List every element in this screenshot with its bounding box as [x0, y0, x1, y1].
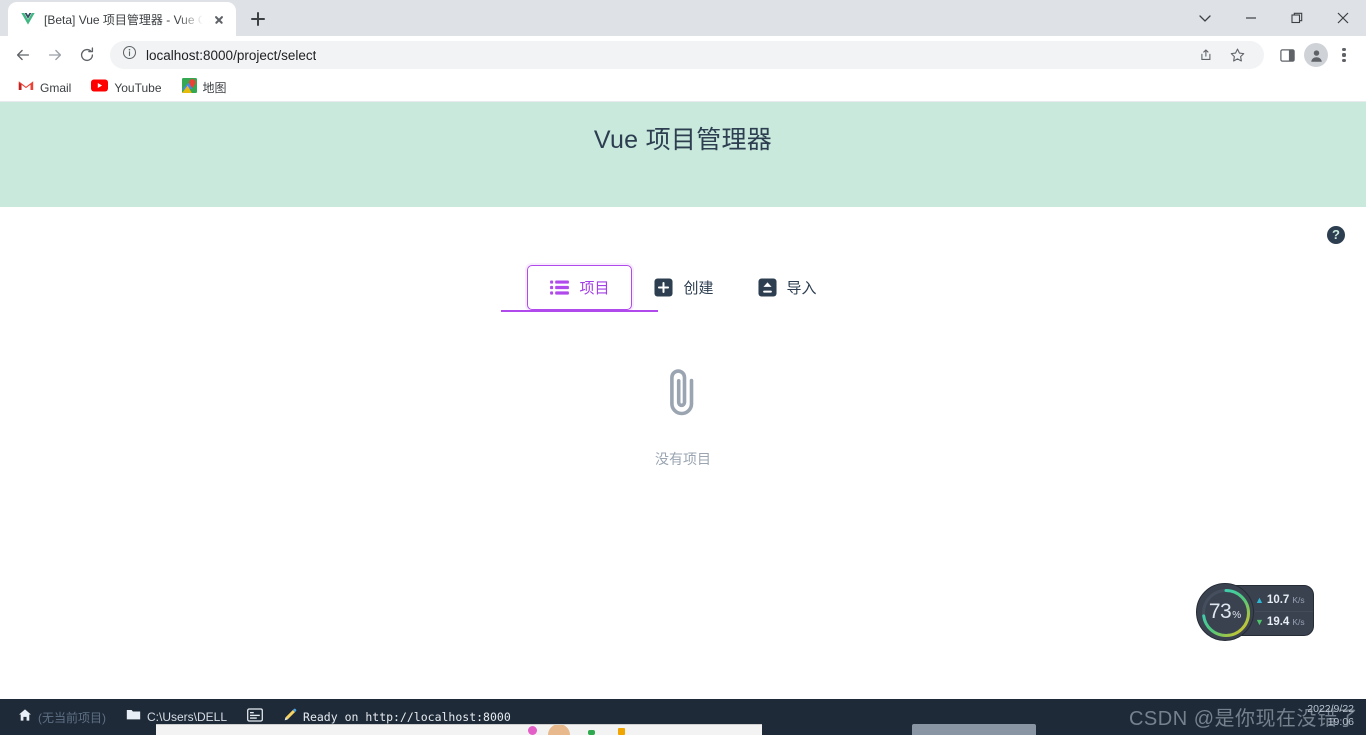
browser-toolbar: localhost:8000/project/select [0, 36, 1366, 74]
empty-state: 没有项目 [0, 364, 1366, 469]
gmail-icon [18, 79, 34, 97]
tab-create[interactable]: 创建 [632, 265, 735, 310]
bookmark-maps[interactable]: 地图 [174, 75, 235, 101]
browser-tab[interactable]: [Beta] Vue 项目管理器 - Vue CL [8, 2, 236, 36]
download-speed-unit: K/s [1292, 616, 1305, 627]
paperclip-icon [661, 364, 705, 427]
forward-arrow-icon[interactable] [40, 40, 70, 70]
info-circle-icon[interactable] [122, 45, 137, 65]
back-arrow-icon[interactable] [8, 40, 38, 70]
bookmark-youtube[interactable]: YouTube [83, 76, 169, 100]
cpu-usage-value: 73 % [1209, 600, 1241, 624]
tab-label: 创建 [683, 280, 714, 297]
maximize-icon[interactable] [1274, 0, 1320, 36]
browser-window: [Beta] Vue 项目管理器 - Vue CL localhost:8000… [0, 0, 1366, 736]
tab-label: 导入 [786, 280, 817, 297]
bookmark-gmail[interactable]: Gmail [10, 76, 79, 100]
side-panel-icon[interactable] [1272, 40, 1302, 70]
status-path-value: C:\Users\DELL [147, 710, 228, 724]
star-icon[interactable] [1222, 40, 1252, 70]
address-bar[interactable]: localhost:8000/project/select [110, 41, 1264, 69]
home-icon [18, 708, 32, 727]
import-icon [757, 278, 777, 297]
new-tab-button[interactable] [244, 5, 272, 33]
upload-speed-value: 10.7 [1266, 593, 1290, 606]
youtube-icon [91, 79, 109, 97]
arrow-down-icon: ▼ [1255, 616, 1264, 627]
list-icon [550, 279, 570, 296]
folder-icon [126, 708, 141, 726]
window-controls [1182, 0, 1366, 36]
minimize-icon[interactable] [1228, 0, 1274, 36]
csdn-watermark: CSDN @是你现在没错了 [1128, 708, 1358, 730]
vue-logo-icon [20, 11, 36, 27]
arrow-up-icon: ▲ [1255, 594, 1264, 605]
kebab-menu-icon[interactable] [1330, 41, 1358, 69]
status-project-label: (无当前项目) [38, 710, 106, 725]
status-home-item[interactable]: (无当前项目) [8, 704, 116, 730]
address-bar-url[interactable]: localhost:8000/project/select [146, 48, 316, 63]
network-speed-widget[interactable]: ▲ 10.7 K/s ▼ 19.4 K/s 73 % [1196, 583, 1314, 641]
close-window-icon[interactable] [1320, 0, 1366, 36]
reload-icon[interactable] [72, 40, 102, 70]
background-window-sliver[interactable] [156, 724, 762, 735]
bookmark-label: Gmail [40, 80, 72, 95]
browser-tab-strip: [Beta] Vue 项目管理器 - Vue CL [0, 0, 1366, 36]
tab-search-icon[interactable] [1182, 0, 1228, 36]
cpu-usage-number: 73 [1208, 600, 1232, 623]
address-bar-actions [1190, 40, 1252, 70]
google-maps-icon [181, 77, 197, 98]
page-title: Vue 项目管理器 [593, 126, 773, 154]
upload-speed-unit: K/s [1292, 594, 1305, 605]
help-circle-icon[interactable]: ? [1327, 226, 1345, 244]
browser-tab-title: [Beta] Vue 项目管理器 - Vue CL [44, 12, 203, 27]
bookmarks-bar: Gmail YouTube 地图 [0, 74, 1366, 102]
empty-state-label: 没有项目 [655, 451, 711, 467]
app-tab-bar: 项目 创建 导入 [0, 265, 1366, 312]
download-speed-value: 19.4 [1266, 615, 1290, 628]
download-speed-row: ▼ 19.4 K/s [1255, 610, 1313, 632]
tab-label: 项目 [579, 280, 610, 297]
cpu-usage-dial: 73 % [1196, 583, 1254, 641]
tab-projects[interactable]: 项目 [501, 265, 659, 312]
status-message-text: Ready on http://localhost:8000 [303, 710, 511, 724]
taskbar-window-thumbnail[interactable] [912, 724, 1036, 735]
profile-avatar-icon[interactable] [1304, 43, 1328, 67]
close-icon[interactable] [211, 11, 227, 27]
bookmark-label: 地图 [202, 81, 227, 95]
plus-square-icon [654, 278, 674, 297]
upload-speed-row: ▲ 10.7 K/s [1255, 590, 1313, 611]
app-header: Vue 项目管理器 [0, 102, 1366, 207]
share-icon[interactable] [1190, 40, 1220, 70]
percent-symbol: % [1232, 610, 1242, 621]
page-content: Vue 项目管理器 ? 项目 创建 导入 没有项目 ▲ 10.7 K/s ▼ 1… [0, 102, 1366, 735]
tab-import[interactable]: 导入 [736, 265, 839, 310]
status-bar: (无当前项目) C:\Users\DELL Ready on http://lo… [0, 699, 1366, 735]
bookmark-label: YouTube [114, 80, 162, 95]
